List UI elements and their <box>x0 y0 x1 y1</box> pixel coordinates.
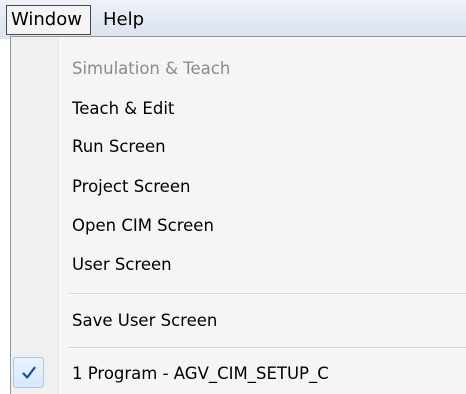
checked-indicator <box>13 357 44 388</box>
menu-help-label: Help <box>102 9 145 30</box>
menu-item-program-1[interactable]: 1 Program - AGV_CIM_SETUP_C <box>11 354 466 392</box>
menu-window-label: Window <box>11 9 82 30</box>
menu-help[interactable]: Help <box>99 5 148 35</box>
menu-item-teach-edit[interactable]: Teach & Edit <box>11 89 466 127</box>
menu-item-label: 1 Program - AGV_CIM_SETUP_C <box>72 363 329 383</box>
menu-separator <box>68 293 466 295</box>
checkmark-icon <box>21 366 36 379</box>
app-window: Window Help Simulation & Teach Teach & E… <box>0 0 466 394</box>
menu-item-label: User Screen <box>72 254 172 274</box>
menu-bar: Window Help <box>0 0 466 39</box>
menu-item-simulation-teach: Simulation & Teach <box>11 49 466 87</box>
menu-item-open-cim-screen[interactable]: Open CIM Screen <box>11 206 466 244</box>
menu-item-project-screen[interactable]: Project Screen <box>11 167 466 205</box>
menu-separator <box>68 347 466 349</box>
menu-item-save-user-screen[interactable]: Save User Screen <box>11 301 466 339</box>
menu-window[interactable]: Window <box>6 4 91 35</box>
menu-item-label: Simulation & Teach <box>72 58 231 78</box>
menu-item-label: Save User Screen <box>72 310 218 330</box>
menu-item-label: Teach & Edit <box>72 98 175 118</box>
menu-item-label: Project Screen <box>72 176 191 196</box>
window-dropdown-menu: Simulation & Teach Teach & Edit Run Scre… <box>10 36 466 394</box>
menu-item-run-screen[interactable]: Run Screen <box>11 127 466 165</box>
menu-item-label: Open CIM Screen <box>72 215 214 235</box>
menu-item-user-screen[interactable]: User Screen <box>11 245 466 283</box>
menu-item-label: Run Screen <box>72 136 166 156</box>
